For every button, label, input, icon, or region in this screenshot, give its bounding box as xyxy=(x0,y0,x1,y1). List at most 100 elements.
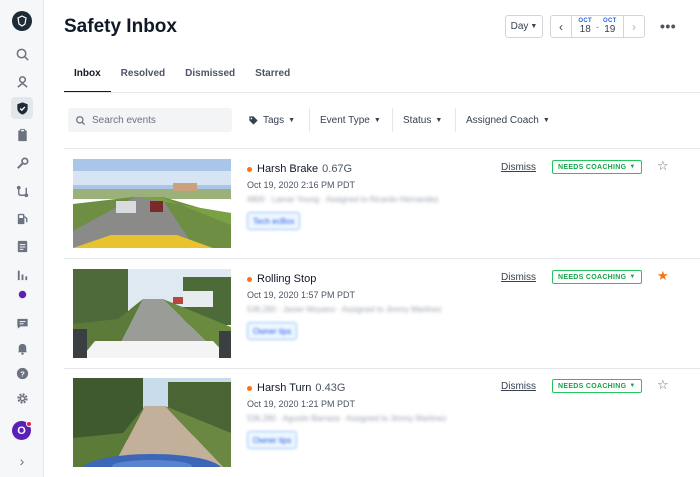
tab-bar: Inbox Resolved Dismissed Starred xyxy=(64,62,300,93)
assigned-coach-filter-label: Assigned Coach xyxy=(466,114,539,126)
event-type: Rolling Stop xyxy=(257,273,317,285)
event-meta: 536,260 · Javier Moyano · Assigned to Ji… xyxy=(247,305,442,314)
date-range[interactable]: OCT 18 - OCT 19 xyxy=(572,16,623,37)
settings-gear-icon[interactable] xyxy=(11,387,33,409)
coaching-status-label: NEEDS COACHING xyxy=(558,273,627,281)
event-tag[interactable]: Tech ecBox xyxy=(247,212,301,230)
caret-down-icon: ▼ xyxy=(542,116,550,124)
caret-down-icon: ▼ xyxy=(629,274,636,280)
coaching-status-dropdown[interactable]: NEEDS COACHING ▼ xyxy=(552,160,642,174)
filter-divider xyxy=(309,108,310,132)
range-select[interactable]: Day ▼ xyxy=(505,15,543,38)
clipboard-icon[interactable] xyxy=(11,124,33,146)
star-icon[interactable]: ★ xyxy=(657,268,669,284)
dismiss-link[interactable]: Dismiss xyxy=(501,162,536,173)
event-title[interactable]: Rolling Stop xyxy=(247,273,320,285)
event-gforce: 0.67G xyxy=(322,163,353,175)
caret-down-icon: ▼ xyxy=(530,23,538,30)
event-tag[interactable]: Owner tips xyxy=(247,431,298,449)
severity-dot xyxy=(247,385,252,391)
tab-inbox[interactable]: Inbox xyxy=(64,62,111,93)
coaching-status-dropdown[interactable]: NEEDS COACHING ▼ xyxy=(552,270,642,284)
date-from-day: 18 xyxy=(579,24,591,35)
dismiss-link[interactable]: Dismiss xyxy=(501,272,536,283)
filter-divider xyxy=(455,108,456,132)
caret-down-icon: ▼ xyxy=(629,383,636,389)
status-filter[interactable]: Status ▼ xyxy=(403,108,442,132)
filter-divider xyxy=(392,108,393,132)
event-type-filter[interactable]: Event Type ▼ xyxy=(320,108,381,132)
event-video-thumbnail[interactable] xyxy=(73,159,231,248)
help-icon[interactable]: ? xyxy=(11,362,33,384)
event-meta: 536,280 · Agustin Barraza · Assigned to … xyxy=(247,414,447,423)
dismiss-link[interactable]: Dismiss xyxy=(501,381,536,392)
caret-down-icon: ▼ xyxy=(288,116,296,124)
sidebar: ? O › xyxy=(0,0,44,477)
message-icon[interactable] xyxy=(11,312,33,334)
date-separator: - xyxy=(596,21,599,32)
event-title[interactable]: Harsh Turn 0.43G xyxy=(247,382,345,394)
search-icon[interactable] xyxy=(11,43,33,65)
document-icon[interactable] xyxy=(11,235,33,257)
star-icon[interactable]: ☆ xyxy=(657,158,669,174)
event-row[interactable]: Rolling Stop Oct 19, 2020 1:57 PM PDT 53… xyxy=(64,259,700,369)
page-title: Safety Inbox xyxy=(64,16,177,37)
coaching-status-dropdown[interactable]: NEEDS COACHING ▼ xyxy=(552,379,642,393)
tabs-divider xyxy=(64,92,700,93)
app-root: ? O › Safety Inbox Day ▼ ‹ OCT 18 - OCT … xyxy=(0,0,700,477)
event-meta: 4800 · Lamar Young · Assigned to Ricardo… xyxy=(247,195,439,204)
star-icon[interactable]: ☆ xyxy=(657,377,669,393)
svg-text:?: ? xyxy=(20,369,25,378)
search-box[interactable] xyxy=(68,108,232,132)
date-from: OCT 18 xyxy=(578,18,592,35)
event-video-thumbnail[interactable] xyxy=(73,378,231,467)
event-video-thumbnail[interactable] xyxy=(73,269,231,358)
severity-dot xyxy=(247,276,252,282)
more-options-icon[interactable]: ••• xyxy=(660,18,676,34)
shield-icon[interactable] xyxy=(11,97,33,119)
event-row[interactable]: Harsh Turn 0.43G Oct 19, 2020 1:21 PM PD… xyxy=(64,368,700,477)
route-icon[interactable] xyxy=(11,180,33,202)
range-select-value: Day xyxy=(510,21,529,32)
event-row[interactable]: Harsh Brake 0.67G Oct 19, 2020 2:16 PM P… xyxy=(64,149,700,259)
event-time: Oct 19, 2020 2:16 PM PDT xyxy=(247,180,356,190)
search-input[interactable] xyxy=(92,114,222,126)
logo-icon[interactable] xyxy=(12,11,32,31)
coaching-status-label: NEEDS COACHING xyxy=(558,163,627,171)
fuel-icon[interactable] xyxy=(11,207,33,229)
event-type: Harsh Turn xyxy=(257,382,312,394)
event-gforce: 0.43G xyxy=(315,382,346,394)
tab-resolved[interactable]: Resolved xyxy=(111,62,175,93)
event-time: Oct 19, 2020 1:57 PM PDT xyxy=(247,290,356,300)
event-title[interactable]: Harsh Brake 0.67G xyxy=(247,163,352,175)
bell-icon[interactable] xyxy=(11,337,33,359)
assigned-coach-filter[interactable]: Assigned Coach ▼ xyxy=(466,108,550,132)
caret-down-icon: ▼ xyxy=(629,164,636,170)
date-to-day: 19 xyxy=(604,24,616,35)
event-type-filter-label: Event Type xyxy=(320,114,370,126)
caret-down-icon: ▼ xyxy=(373,116,381,124)
tag-icon xyxy=(249,115,258,125)
event-tag[interactable]: Owner tips xyxy=(247,322,298,340)
caret-down-icon: ▼ xyxy=(435,116,443,124)
tab-dismissed[interactable]: Dismissed xyxy=(175,62,245,93)
expand-sidebar-icon[interactable]: › xyxy=(11,450,33,472)
prev-date-button[interactable]: ‹ xyxy=(551,16,572,37)
date-navigator: ‹ OCT 18 - OCT 19 › xyxy=(550,15,645,38)
notification-dot xyxy=(26,421,32,427)
coaching-status-label: NEEDS COACHING xyxy=(558,382,627,390)
tags-filter[interactable]: Tags ▼ xyxy=(248,108,295,132)
wrench-icon[interactable] xyxy=(11,152,33,174)
bar-chart-icon[interactable] xyxy=(11,263,33,285)
status-filter-label: Status xyxy=(403,114,432,126)
date-to: OCT 19 xyxy=(603,18,617,35)
search-icon xyxy=(76,115,86,125)
next-date-button[interactable]: › xyxy=(623,16,644,37)
tab-starred[interactable]: Starred xyxy=(245,62,300,93)
event-time: Oct 19, 2020 1:21 PM PDT xyxy=(247,399,356,409)
event-type: Harsh Brake xyxy=(257,163,319,175)
puzzle-icon[interactable] xyxy=(11,290,33,302)
severity-dot xyxy=(247,166,252,172)
tags-filter-label: Tags xyxy=(263,114,285,126)
map-pin-icon[interactable] xyxy=(11,70,33,92)
